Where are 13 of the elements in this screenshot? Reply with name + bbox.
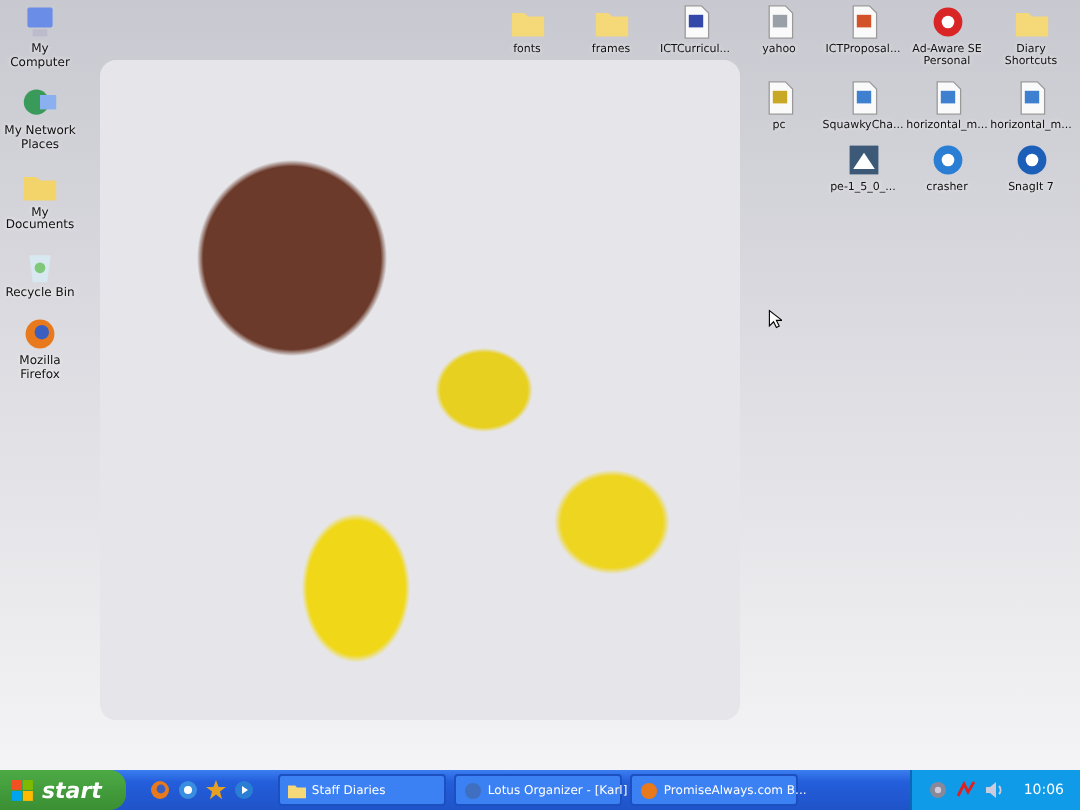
media-icon[interactable] — [233, 780, 254, 800]
circle-logo-icon[interactable] — [1013, 141, 1049, 178]
gear-icon[interactable] — [927, 780, 948, 800]
mouse-cursor-icon — [768, 308, 782, 330]
star-icon[interactable] — [205, 780, 226, 800]
installer-icon[interactable] — [845, 141, 881, 178]
network-icon[interactable] — [955, 780, 976, 800]
computer-icon[interactable] — [22, 4, 58, 40]
media-icon[interactable] — [929, 141, 965, 178]
speaker-icon[interactable] — [983, 780, 1004, 800]
windows-flag-icon — [12, 779, 34, 801]
folder-icon — [287, 781, 306, 799]
app-icon[interactable] — [929, 4, 965, 40]
